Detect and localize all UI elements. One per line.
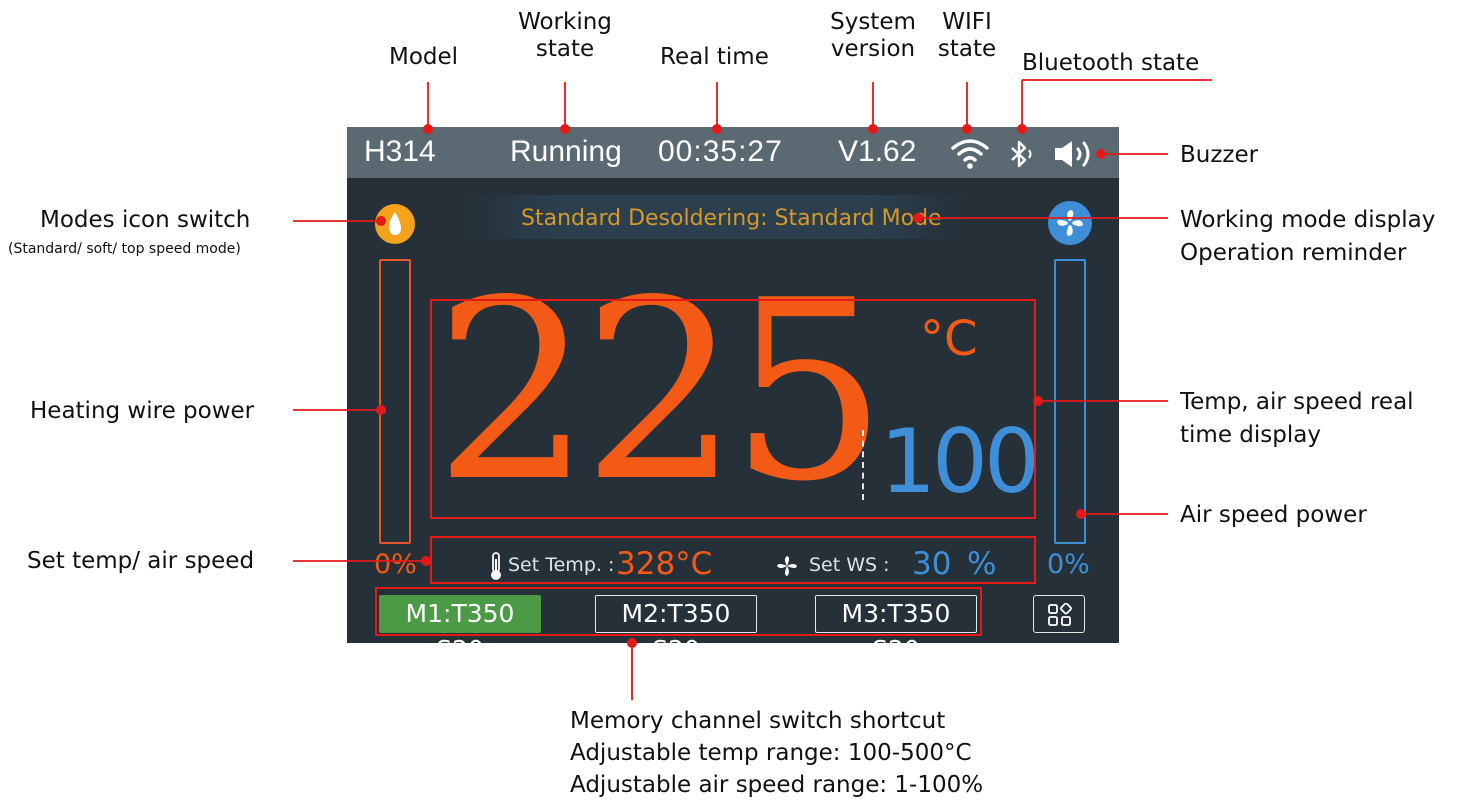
set-values-dot — [421, 556, 431, 566]
annotation-memory-1: Memory channel switch shortcut — [570, 708, 946, 734]
mode-icon-dot — [376, 216, 386, 226]
model-dot — [423, 124, 433, 134]
state-dot — [560, 124, 570, 134]
annotation-real-time: Real time — [660, 44, 769, 70]
annotation-system-version: System version — [818, 9, 928, 63]
annotation-wifi-state: WIFI state — [932, 9, 1002, 63]
mode-message-dot — [913, 213, 923, 223]
memory-dot — [627, 638, 637, 648]
annotation-working-mode-display: Working mode display — [1180, 207, 1436, 233]
annotation-air-speed-power: Air speed power — [1180, 502, 1367, 528]
annotation-wifi-state-line1: WIFI — [942, 9, 992, 35]
annotation-buzzer: Buzzer — [1180, 142, 1259, 168]
version-dot — [868, 124, 878, 134]
annotation-working-state: Working state — [505, 9, 625, 63]
annotation-heating-wire-power: Heating wire power — [30, 398, 255, 424]
annotation-modes-icon-switch: Modes icon switch — [40, 207, 251, 233]
bluetooth-dot — [1017, 124, 1027, 134]
annotation-operation-reminder: Operation reminder — [1180, 240, 1407, 266]
annotation-bluetooth-state: Bluetooth state — [1022, 50, 1200, 76]
air-power-dot — [1076, 509, 1086, 519]
annotation-system-version-line1: System — [830, 9, 916, 35]
annotation-memory-2: Adjustable temp range: 100-500°C — [570, 740, 972, 766]
annotation-realtime-display-1: Temp, air speed real — [1180, 389, 1414, 415]
annotation-model: Model — [389, 44, 459, 70]
annotation-system-version-line2: version — [830, 36, 916, 62]
annotation-working-state-line1: Working — [518, 9, 612, 35]
annotation-modes-icon-switch-sub: (Standard/ soft/ top speed mode) — [8, 241, 241, 257]
annotation-set-temp-air-speed: Set temp/ air speed — [27, 548, 255, 574]
time-dot — [712, 124, 722, 134]
annotation-wifi-state-line2: state — [937, 36, 997, 62]
wifi-dot — [962, 124, 972, 134]
buzzer-dot — [1096, 149, 1106, 159]
annotation-working-state-line2: state — [535, 36, 595, 62]
annotation-memory-3: Adjustable air speed range: 1-100% — [570, 772, 984, 798]
realtime-dot — [1033, 396, 1043, 406]
annotation-realtime-display-2: time display — [1180, 422, 1321, 448]
heating-dot — [376, 405, 386, 415]
